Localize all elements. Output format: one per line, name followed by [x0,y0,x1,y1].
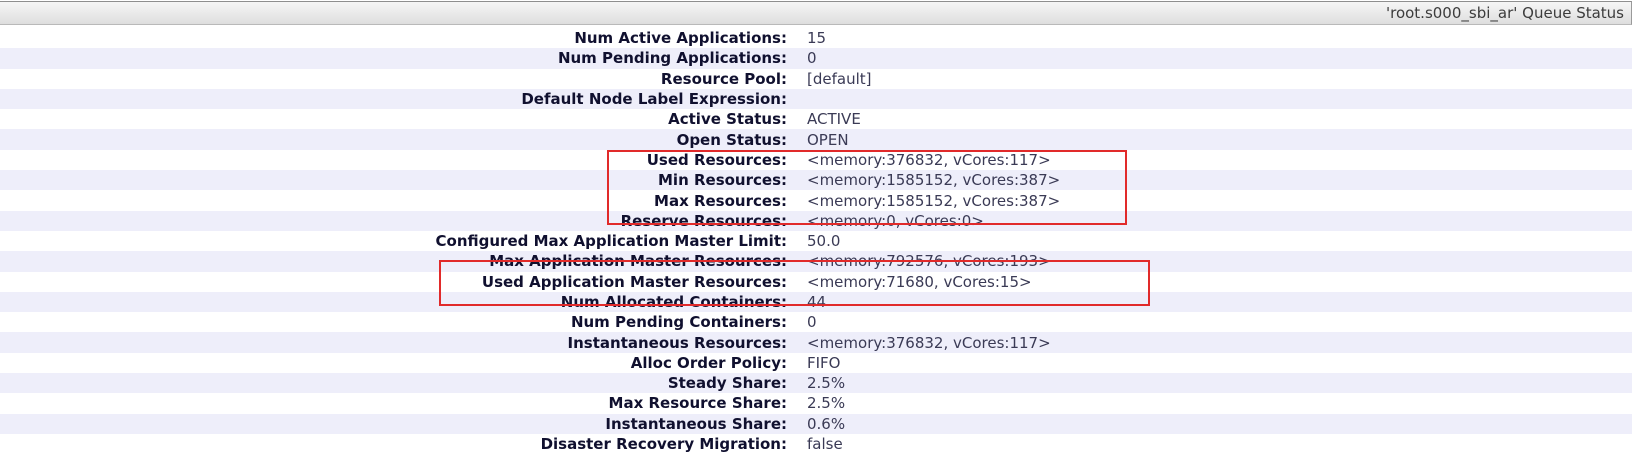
row-label: Max Resources: [0,190,787,210]
queue-status-title: 'root.s000_sbi_ar' Queue Status [1386,4,1624,22]
table-row: Min Resources:<memory:1585152, vCores:38… [0,170,1632,190]
row-label: Instantaneous Share: [0,414,787,434]
row-value: OPEN [787,129,1632,149]
row-value [787,89,1632,109]
row-label: Used Application Master Resources: [0,272,787,292]
row-label: Steady Share: [0,373,787,393]
row-value: <memory:376832, vCores:117> [787,150,1632,170]
table-row: Num Active Applications:15 [0,28,1632,48]
row-label: Resource Pool: [0,69,787,89]
row-label: Active Status: [0,109,787,129]
row-label: Min Resources: [0,170,787,190]
table-row: Max Resources:<memory:1585152, vCores:38… [0,190,1632,210]
row-label: Reserve Resources: [0,211,787,231]
queue-status-table: Num Active Applications:15Num Pending Ap… [0,28,1632,454]
row-value: 50.0 [787,231,1632,251]
table-row: Used Resources:<memory:376832, vCores:11… [0,150,1632,170]
row-value: <memory:376832, vCores:117> [787,332,1632,352]
row-value: [default] [787,69,1632,89]
row-value: <memory:71680, vCores:15> [787,272,1632,292]
row-label: Num Allocated Containers: [0,292,787,312]
table-row: Default Node Label Expression: [0,89,1632,109]
row-label: Open Status: [0,129,787,149]
table-row: Configured Max Application Master Limit:… [0,231,1632,251]
row-label: Max Resource Share: [0,393,787,413]
table-row: Num Pending Containers:0 [0,312,1632,332]
row-value: 0 [787,312,1632,332]
row-value: 2.5% [787,393,1632,413]
table-row: Resource Pool:[default] [0,69,1632,89]
table-row: Alloc Order Policy:FIFO [0,353,1632,373]
table-row: Num Allocated Containers:44 [0,292,1632,312]
row-label: Configured Max Application Master Limit: [0,231,787,251]
row-value: false [787,434,1632,454]
table-row: Steady Share:2.5% [0,373,1632,393]
row-label: Num Pending Applications: [0,48,787,68]
queue-status-header: 'root.s000_sbi_ar' Queue Status [0,1,1632,25]
queue-status-table-body: Num Active Applications:15Num Pending Ap… [0,28,1632,454]
table-row: Reserve Resources:<memory:0, vCores:0> [0,211,1632,231]
row-label: Num Pending Containers: [0,312,787,332]
row-value: <memory:792576, vCores:193> [787,251,1632,271]
row-label: Instantaneous Resources: [0,332,787,352]
row-value: 2.5% [787,373,1632,393]
row-label: Default Node Label Expression: [0,89,787,109]
row-value: FIFO [787,353,1632,373]
row-value: <memory:0, vCores:0> [787,211,1632,231]
table-row: Open Status:OPEN [0,129,1632,149]
table-row: Used Application Master Resources:<memor… [0,272,1632,292]
row-label: Num Active Applications: [0,28,787,48]
table-row: Max Resource Share:2.5% [0,393,1632,413]
row-label: Disaster Recovery Migration: [0,434,787,454]
row-label: Max Application Master Resources: [0,251,787,271]
row-value: <memory:1585152, vCores:387> [787,170,1632,190]
row-value: 0 [787,48,1632,68]
row-value: 0.6% [787,414,1632,434]
row-value: 44 [787,292,1632,312]
row-label: Used Resources: [0,150,787,170]
row-value: ACTIVE [787,109,1632,129]
row-value: <memory:1585152, vCores:387> [787,190,1632,210]
table-row: Disaster Recovery Migration:false [0,434,1632,454]
row-label: Alloc Order Policy: [0,353,787,373]
table-row: Max Application Master Resources:<memory… [0,251,1632,271]
row-value: 15 [787,28,1632,48]
table-row: Instantaneous Share:0.6% [0,414,1632,434]
table-row: Instantaneous Resources:<memory:376832, … [0,332,1632,352]
table-row: Active Status:ACTIVE [0,109,1632,129]
table-row: Num Pending Applications:0 [0,48,1632,68]
